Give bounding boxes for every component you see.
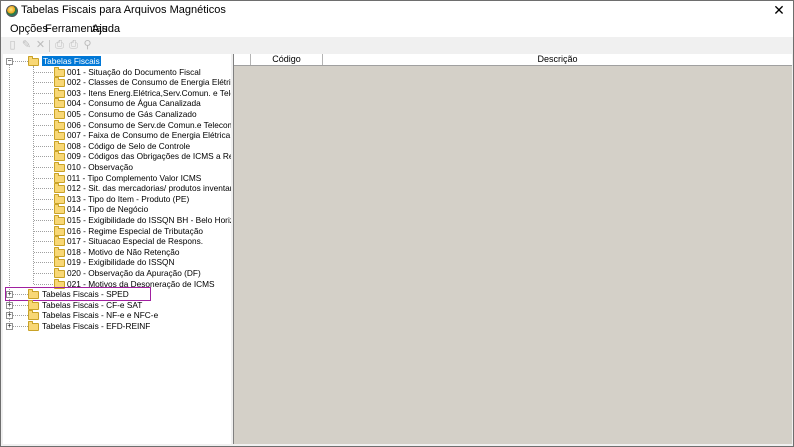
tree-node-table[interactable]: 020 - Observação da Apuração (DF) <box>67 268 201 278</box>
tree-connector <box>34 71 53 73</box>
tree-connector <box>34 135 53 137</box>
tree-connector <box>13 315 28 317</box>
folder-icon <box>54 66 65 77</box>
folder-icon <box>54 257 65 268</box>
title-bar: Tabelas Fiscais para Arquivos Magnéticos… <box>1 1 793 21</box>
toolbar-separator <box>49 40 50 52</box>
tree-connector <box>34 198 53 200</box>
tree-node-table[interactable]: 003 - Itens Energ.Elétrica,Serv.Comun. e… <box>67 88 231 98</box>
tree-node-table[interactable]: 008 - Código de Selo de Controle <box>67 141 190 151</box>
tree-connector <box>13 304 28 306</box>
print-preview-icon[interactable]: ⎙ <box>68 40 79 51</box>
tree-connector <box>34 177 53 179</box>
tree-connector <box>34 82 53 84</box>
folder-icon <box>54 151 65 162</box>
tree-view[interactable]: − Tabelas Fiscais 001 - Situação do Docume… <box>3 54 232 444</box>
tree-node-table[interactable]: 014 - Tipo de Negócio <box>67 204 148 214</box>
tree-node-table[interactable]: 006 - Consumo de Serv.de Comun.e Telecom… <box>67 120 231 130</box>
print-icon[interactable]: ⎙ <box>54 40 65 51</box>
folder-icon <box>54 225 65 236</box>
grid-header-codigo[interactable]: Código <box>251 54 323 65</box>
grid-header-indicator[interactable] <box>234 54 251 65</box>
folder-icon <box>54 119 65 130</box>
tree-connector <box>34 188 53 190</box>
tree-node-table[interactable]: 016 - Regime Especial de Tributação <box>67 226 203 236</box>
tree-expand-toggle[interactable]: + <box>6 323 13 330</box>
folder-icon <box>54 87 65 98</box>
tree-connector <box>34 103 53 105</box>
tree-expand-toggle[interactable]: + <box>6 312 13 320</box>
edit-pencil-icon[interactable]: ✎ <box>21 40 32 51</box>
tree-connector <box>34 283 53 285</box>
menu-opcoes[interactable]: Opções <box>10 23 48 35</box>
tree-connector <box>34 124 53 126</box>
toolbar: ▯ ✎ ✕ ⎙ ⎙ ⚲ <box>1 38 793 54</box>
folder-icon <box>54 268 65 278</box>
tree-node-table[interactable]: 004 - Consumo de Água Canalizada <box>67 98 201 108</box>
tree-node-table[interactable]: 007 - Faixa de Consumo de Energia Elétri… <box>67 130 230 140</box>
tree-node-table[interactable]: 013 - Tipo do Item - Produto (PE) <box>67 194 189 204</box>
app-globe-icon <box>6 5 18 17</box>
window-title: Tabelas Fiscais para Arquivos Magnéticos <box>21 4 226 16</box>
folder-icon <box>54 130 65 141</box>
tree-expand-toggle[interactable]: + <box>6 301 13 309</box>
tree-connector <box>13 61 28 62</box>
tree-connector <box>34 145 53 147</box>
data-grid[interactable]: Código Descrição <box>233 54 792 444</box>
folder-icon <box>54 172 65 183</box>
main-window: Tabelas Fiscais para Arquivos Magnéticos… <box>0 0 794 447</box>
folder-icon <box>54 204 65 215</box>
tree-connector <box>34 230 53 232</box>
tree-node-table[interactable]: 015 - Exigibilidade do ISSQN BH - Belo H… <box>67 215 231 225</box>
tree-node-table[interactable]: 010 - Observação <box>67 162 133 172</box>
tree-node-group[interactable]: Tabelas Fiscais - EFD-REINF <box>42 321 150 331</box>
grid-header-descricao[interactable]: Descrição <box>323 54 792 65</box>
tree-node-table[interactable]: 002 - Classes de Consumo de Energia Elét… <box>67 77 231 87</box>
folder-icon <box>54 77 65 88</box>
tree-connector <box>13 326 28 327</box>
tree-node-table[interactable]: 012 - Sit. das mercadorias/ produtos inv… <box>67 183 231 193</box>
new-document-icon[interactable]: ▯ <box>7 40 18 51</box>
folder-icon <box>54 98 65 109</box>
tree-node-table[interactable]: 017 - Situacao Especial de Respons. <box>67 236 203 246</box>
folder-icon <box>28 299 39 310</box>
tree-collapse-toggle[interactable]: − <box>6 58 13 65</box>
folder-icon <box>54 215 65 225</box>
menu-ajuda[interactable]: Ajuda <box>92 23 120 35</box>
tree-node-table[interactable]: 011 - Tipo Complemento Valor ICMS <box>67 173 201 183</box>
menu-bar: Opções Ferramentas Ajuda <box>1 21 793 37</box>
tree-connector <box>34 92 53 94</box>
tree-connector <box>34 114 53 115</box>
folder-open-icon <box>28 56 39 66</box>
folder-icon <box>54 109 65 119</box>
grid-header: Código Descrição <box>234 54 792 66</box>
tree-connector <box>34 167 53 168</box>
folder-icon <box>54 193 65 204</box>
tree-connector <box>34 251 53 253</box>
folder-icon <box>54 140 65 151</box>
tree-node-table[interactable]: 001 - Situação do Documento Fiscal <box>67 67 201 77</box>
tree-connector <box>34 156 53 158</box>
folder-icon <box>54 162 65 172</box>
folder-icon <box>28 310 39 321</box>
folder-icon <box>54 183 65 194</box>
folder-icon <box>54 246 65 257</box>
close-button[interactable]: ✕ <box>771 2 787 18</box>
tree-node-table[interactable]: 005 - Consumo de Gás Canalizado <box>67 109 197 119</box>
tree-node-table[interactable]: 019 - Exigibilidade do ISSQN <box>67 257 174 267</box>
tree-connector <box>34 241 53 243</box>
tree-connector <box>34 273 53 274</box>
tree-node-table[interactable]: 009 - Códigos das Obrigações de ICMS a R… <box>67 151 231 161</box>
tree-node-tabelas-fiscais[interactable]: Tabelas Fiscais <box>42 56 101 66</box>
tree-node-table[interactable]: 018 - Motivo de Não Retenção <box>67 247 180 257</box>
tree-connector <box>34 262 53 264</box>
tree-connector <box>34 220 53 221</box>
folder-icon <box>54 236 65 247</box>
tree-node-group[interactable]: Tabelas Fiscais - NF-e e NFC-e <box>42 310 158 320</box>
folder-icon <box>28 321 39 331</box>
tree-connector <box>34 209 53 211</box>
delete-x-icon[interactable]: ✕ <box>35 40 46 51</box>
search-icon[interactable]: ⚲ <box>82 40 93 51</box>
tree-node-group[interactable]: Tabelas Fiscais - CF-e SAT <box>42 300 142 310</box>
